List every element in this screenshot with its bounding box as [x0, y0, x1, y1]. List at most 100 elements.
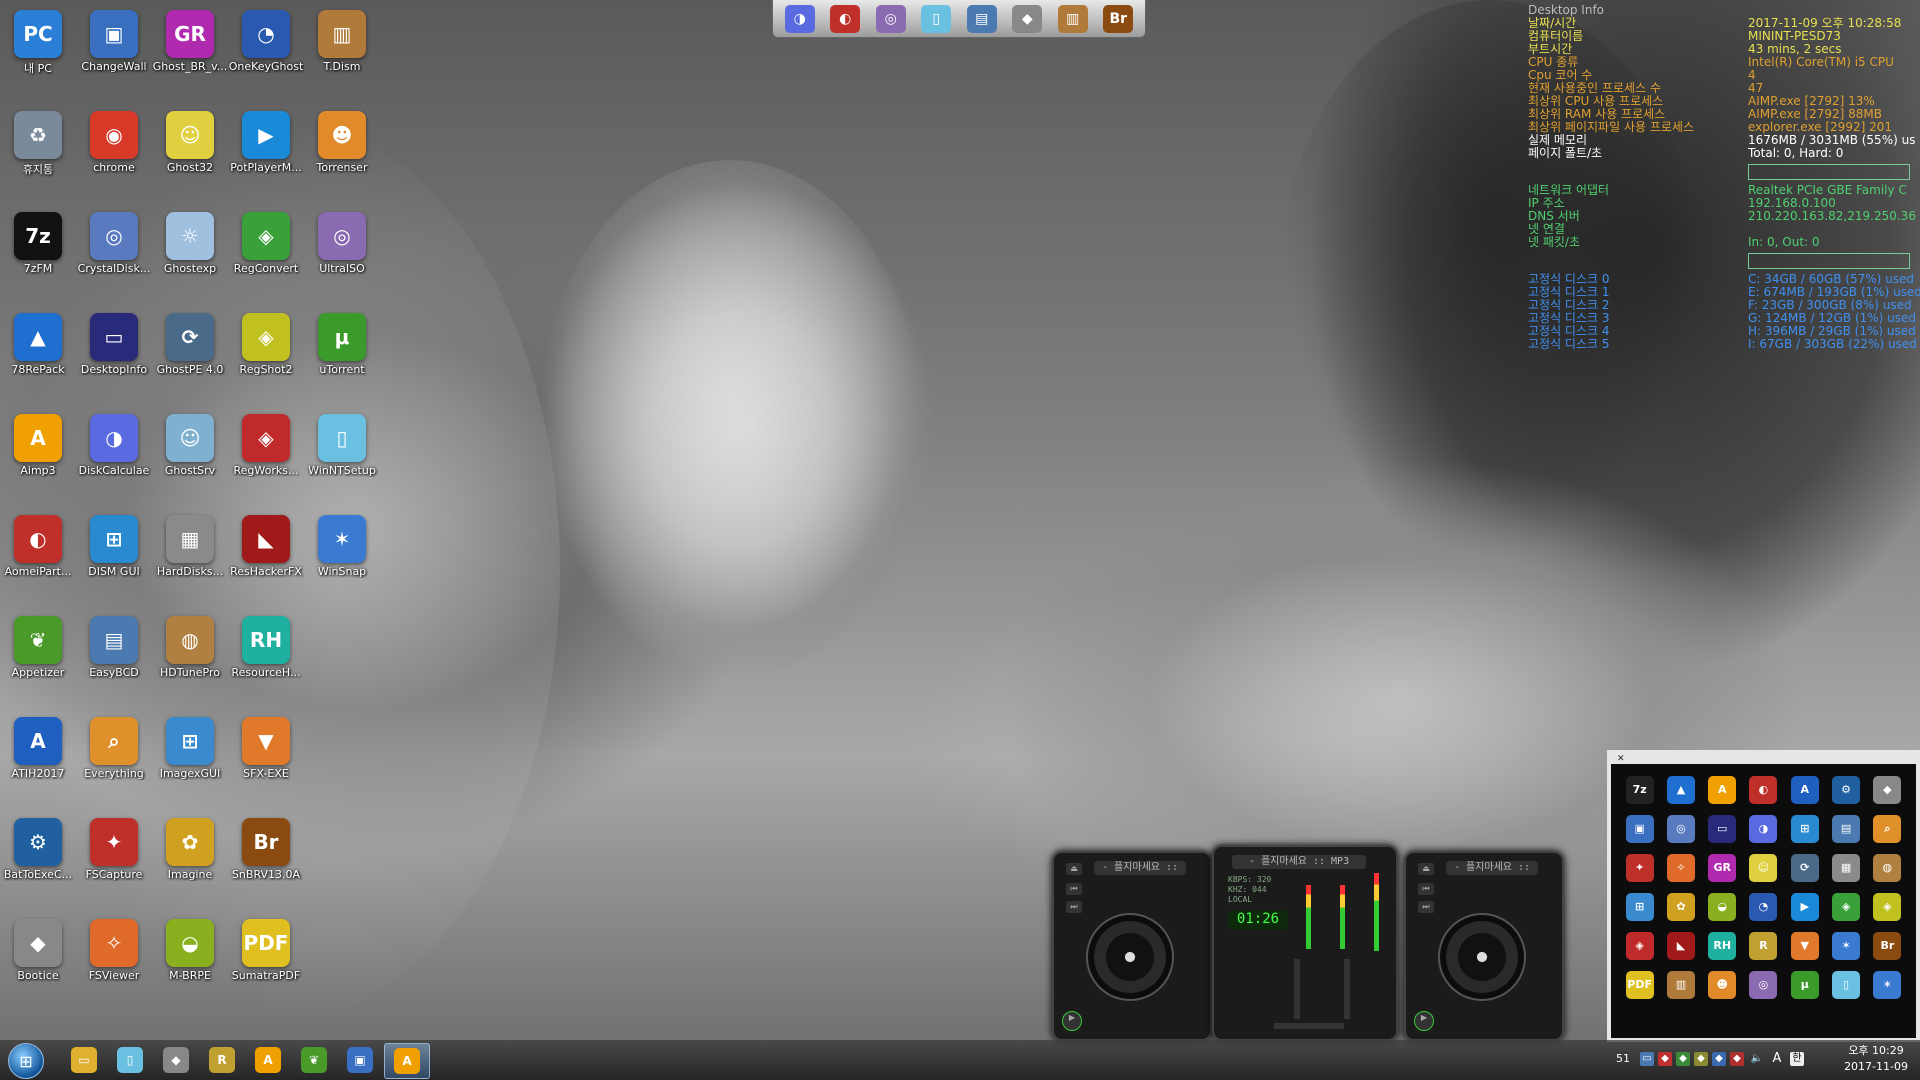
- desktop-icon-ghostpe-4-0[interactable]: ⟳ GhostPE 4.0: [152, 307, 228, 407]
- desktop-icon-desktopinfo[interactable]: ▭ DesktopInfo: [76, 307, 152, 407]
- tray-app-icon[interactable]: ◆: [1658, 1052, 1672, 1066]
- taskbar-button[interactable]: ❦: [292, 1043, 336, 1077]
- snbr-icon[interactable]: Br: [1103, 4, 1134, 33]
- r-icon[interactable]: R: [1749, 931, 1778, 960]
- harddisks-icon[interactable]: ▦: [1832, 853, 1861, 882]
- tdism-icon[interactable]: ▥: [1666, 970, 1695, 999]
- desktop-icon-sumatrapdf[interactable]: PDF SumatraPDF: [228, 913, 304, 1013]
- ultraiso-icon[interactable]: ◎: [875, 4, 906, 33]
- network-icon[interactable]: ▭: [1640, 1052, 1654, 1066]
- tray-app-icon[interactable]: ◆: [1676, 1052, 1690, 1066]
- torrenser-icon[interactable]: ☻: [1708, 970, 1737, 999]
- sumatra-icon[interactable]: PDF: [1625, 970, 1654, 999]
- aomei-icon[interactable]: ◐: [1749, 775, 1778, 804]
- right-platter[interactable]: [1438, 913, 1526, 1001]
- desktop-icon-hdtunepro[interactable]: ◍ HDTunePro: [152, 610, 228, 710]
- launcher-close-bar[interactable]: ✕: [1611, 754, 1916, 764]
- changewall-icon[interactable]: ▣: [1625, 814, 1654, 843]
- desktop-icon-utorrent[interactable]: μ uTorrent: [304, 307, 380, 407]
- bootice-icon[interactable]: ◆: [1873, 775, 1902, 804]
- regconvert-icon[interactable]: ◈: [1832, 892, 1861, 921]
- battoexe-icon[interactable]: ⚙: [1832, 775, 1861, 804]
- ghostpe-icon[interactable]: ⟳: [1790, 853, 1819, 882]
- reshacker-icon[interactable]: ◣: [1666, 931, 1695, 960]
- desktop-icon-easybcd[interactable]: ▤ EasyBCD: [76, 610, 152, 710]
- aimp-icon[interactable]: A: [1708, 775, 1737, 804]
- desktop-icon-regshot2[interactable]: ◈ RegShot2: [228, 307, 304, 407]
- desktop-icon-crystaldisk[interactable]: ◎ CrystalDisk...: [76, 206, 152, 306]
- winntsetup-icon[interactable]: ▯: [1832, 970, 1861, 999]
- taskbar-button[interactable]: A: [384, 1043, 430, 1079]
- aomei-icon[interactable]: ◐: [830, 4, 861, 33]
- utorrent-icon[interactable]: μ: [1790, 970, 1819, 999]
- ghostbr-icon[interactable]: GR: [1708, 853, 1737, 882]
- desktop-icon-reshackerfx[interactable]: ◣ ResHackerFX: [228, 509, 304, 609]
- play-pause-button[interactable]: ▶: [1414, 1011, 1434, 1031]
- ime-indicator[interactable]: 한: [1790, 1052, 1804, 1066]
- eject-button[interactable]: ⏏: [1418, 863, 1434, 875]
- desktop-icon-torrenser[interactable]: ☻ Torrenser: [304, 105, 380, 205]
- desktop-icon-pc[interactable]: PC 내 PC: [0, 4, 76, 104]
- taskbar-button[interactable]: ▭: [62, 1043, 106, 1077]
- desktop-icon-dism-gui[interactable]: ⊞ DISM GUI: [76, 509, 152, 609]
- prev-button[interactable]: ⏮: [1066, 883, 1082, 895]
- volume-slider[interactable]: [1344, 959, 1350, 1019]
- next-button[interactable]: ⏭: [1066, 901, 1082, 913]
- diskcalc-icon[interactable]: ◑: [1749, 814, 1778, 843]
- winsnap-icon[interactable]: ✶: [1873, 970, 1902, 999]
- eject-button[interactable]: ⏏: [1066, 863, 1082, 875]
- desktop-icon-bootice[interactable]: ◆ Bootice: [0, 913, 76, 1013]
- desktop-icon-aomeipart[interactable]: ◐ AomeiPart...: [0, 509, 76, 609]
- 7zfm-icon[interactable]: 7z: [1625, 775, 1654, 804]
- resourceh-icon[interactable]: RH: [1708, 931, 1737, 960]
- desktop-icon-atih2017[interactable]: A ATIH2017: [0, 711, 76, 811]
- desktopinfo-icon[interactable]: ▭: [1708, 814, 1737, 843]
- taskbar-button[interactable]: A: [246, 1043, 290, 1077]
- desktop-icon-fscapture[interactable]: ✦ FSCapture: [76, 812, 152, 912]
- atih-icon[interactable]: A: [1790, 775, 1819, 804]
- desktop-icon-ultraiso[interactable]: ◎ UltraISO: [304, 206, 380, 306]
- next-button[interactable]: ⏭: [1418, 901, 1434, 913]
- desktop-icon-winsnap[interactable]: ✶ WinSnap: [304, 509, 380, 609]
- desktop-icon-aimp3[interactable]: A Aimp3: [0, 408, 76, 508]
- desktop-icon-sfx-exe[interactable]: ▼ SFX-EXE: [228, 711, 304, 811]
- tdism-icon[interactable]: ▥: [1057, 4, 1088, 33]
- tray-clock[interactable]: 오후 10:29 2017-11-09: [1844, 1043, 1908, 1075]
- onekeyghost-icon[interactable]: ◔: [1749, 892, 1778, 921]
- language-indicator[interactable]: A: [1770, 1052, 1784, 1066]
- start-button[interactable]: ⊞: [8, 1043, 44, 1079]
- crystaldisk-icon[interactable]: ◎: [1666, 814, 1695, 843]
- desktop-icon-snbrv13-0a[interactable]: Br SnBRV13.0A: [228, 812, 304, 912]
- desktop-icon-78repack[interactable]: ▲ 78RePack: [0, 307, 76, 407]
- sfxexe-icon[interactable]: ▼: [1790, 931, 1819, 960]
- tray-app-icon[interactable]: ◆: [1730, 1052, 1744, 1066]
- taskbar-button[interactable]: ▯: [108, 1043, 152, 1077]
- desktop-icon-ghost-br-v[interactable]: GR Ghost_BR_v...: [152, 4, 228, 104]
- ultraiso-icon[interactable]: ◎: [1749, 970, 1778, 999]
- regshot-icon[interactable]: ◈: [1873, 892, 1902, 921]
- taskbar-button[interactable]: ▣: [338, 1043, 382, 1077]
- tray-app-icon[interactable]: ◆: [1694, 1052, 1708, 1066]
- desktop-icon-resourceh[interactable]: RH ResourceH...: [228, 610, 304, 710]
- diskcalc-icon[interactable]: ◑: [784, 4, 815, 33]
- desktop-icon-imagexgui[interactable]: ⊞ ImagexGUI: [152, 711, 228, 811]
- desktop-icon-diskcalculae[interactable]: ◑ DiskCalculae: [76, 408, 152, 508]
- ghost32-icon[interactable]: ☺: [1749, 853, 1778, 882]
- winntsetup-icon[interactable]: ▯: [921, 4, 952, 33]
- fsviewer-icon[interactable]: ✧: [1666, 853, 1695, 882]
- desktop-icon-changewall[interactable]: ▣ ChangeWall: [76, 4, 152, 104]
- crossfader[interactable]: [1274, 1023, 1344, 1029]
- desktop-icon-m-brpe[interactable]: ◒ M-BRPE: [152, 913, 228, 1013]
- desktop-icon-winntsetup[interactable]: ▯ WinNTSetup: [304, 408, 380, 508]
- volume-slider[interactable]: [1294, 959, 1300, 1019]
- desktop-icon-ghostexp[interactable]: ☼ Ghostexp: [152, 206, 228, 306]
- desktop-icon-harddisks[interactable]: ▦ HardDisks...: [152, 509, 228, 609]
- desktop-icon-onekeyghost[interactable]: ◔ OneKeyGhost: [228, 4, 304, 104]
- snbr-icon[interactable]: Br: [1873, 931, 1902, 960]
- imagine-icon[interactable]: ✿: [1666, 892, 1695, 921]
- hdtune-icon[interactable]: ◍: [1873, 853, 1902, 882]
- regworks-icon[interactable]: ◈: [1625, 931, 1654, 960]
- easybcd-icon[interactable]: ▤: [966, 4, 997, 33]
- desktop-icon-7zfm[interactable]: 7z 7zFM: [0, 206, 76, 306]
- desktop-icon-t-dism[interactable]: ▥ T.Dism: [304, 4, 380, 104]
